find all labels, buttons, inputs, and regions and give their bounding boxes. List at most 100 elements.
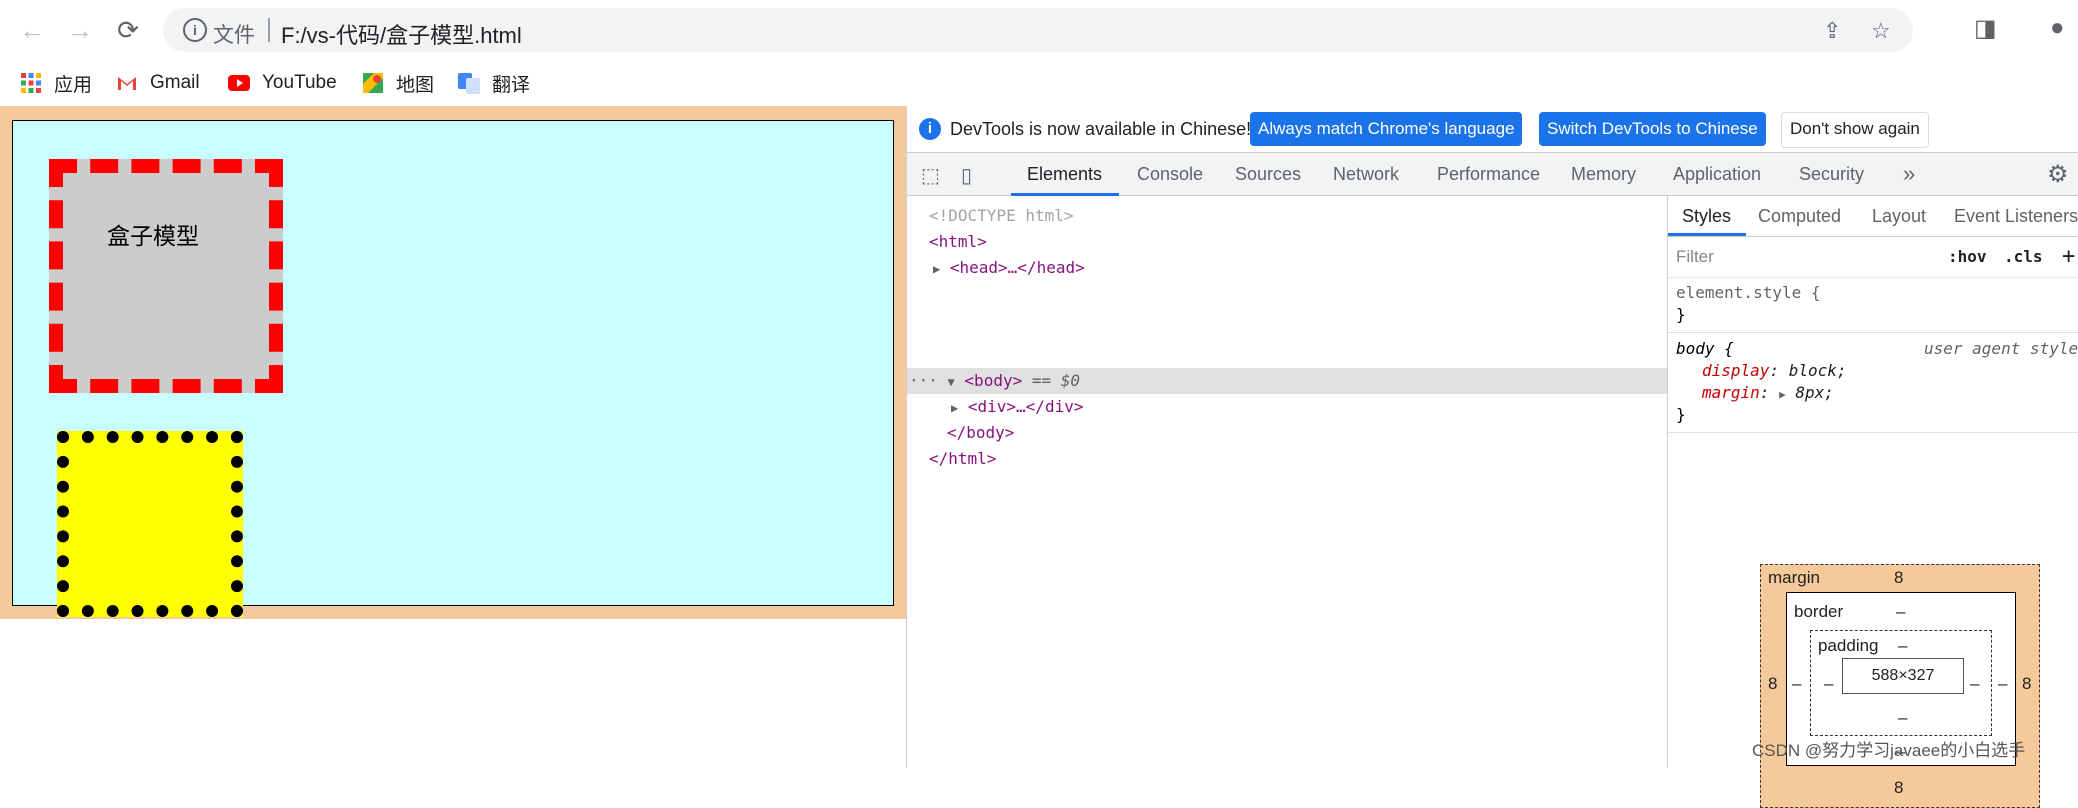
bookmark-label: 地图 [396,74,435,96]
doctype-node[interactable]: <!DOCTYPE html> [929,204,1074,228]
padding-left-value[interactable]: – [1824,674,1833,694]
tab-console[interactable]: Console [1137,153,1203,195]
styles-filter-row: Filter :hov .cls + [1668,237,2078,278]
divider [268,18,270,42]
back-button[interactable]: ← [14,12,50,48]
bookmark-gmail[interactable]: Gmail [116,68,200,98]
switch-to-chinese-button[interactable]: Switch DevTools to Chinese [1539,112,1766,146]
body-node[interactable]: ··· ▼ <body> == $0 [909,369,1080,393]
margin-bottom-value[interactable]: 8 [1894,778,1903,798]
tab-event-listeners[interactable]: Event Listeners [1954,196,2078,236]
property-value: block; [1788,361,1847,380]
more-tabs-icon[interactable]: » [1903,153,1915,195]
match-language-button[interactable]: Always match Chrome's language [1250,112,1523,146]
padding-bottom-value[interactable]: – [1898,708,1907,728]
bookmark-youtube[interactable]: YouTube [228,68,337,98]
info-icon: i [919,118,941,140]
tab-computed[interactable]: Computed [1758,196,1841,236]
margin-left-value[interactable]: 8 [1768,674,1777,694]
rule-close-brace: } [1676,405,1686,424]
address-bar[interactable]: i 文件 F:/vs-代码/盒子模型.html ⇪ ☆ [163,8,1913,52]
tab-styles[interactable]: Styles [1682,196,1731,236]
maps-icon [363,73,383,93]
expand-triangle-icon[interactable]: ▶ [951,401,958,415]
display-declaration[interactable]: display: block; [1702,360,1847,382]
tab-network[interactable]: Network [1333,153,1399,195]
expand-triangle-icon[interactable]: ▶ [933,262,940,276]
bookmark-apps[interactable]: 应用 [20,68,92,98]
apps-grid-icon [21,73,41,93]
bookmark-star-icon[interactable]: ☆ [1871,18,1891,44]
styles-tabbar: Styles Computed Layout Event Listeners [1668,196,2078,237]
dont-show-again-button[interactable]: Don't show again [1781,112,1929,148]
head-node[interactable]: ▶ <head>…</head> [933,256,1085,280]
devtools-tabbar: ⬚ ▯ Elements Console Sources Network Per… [907,153,2078,196]
bookmark-translate[interactable]: 翻译 [458,68,530,98]
url-text[interactable]: F:/vs-代码/盒子模型.html [281,18,522,50]
selected-marker: == $0 [1031,371,1081,390]
node-actions-icon[interactable]: ··· [909,371,938,390]
inspect-element-icon[interactable]: ⬚ [921,163,940,188]
translate-icon [458,73,480,94]
element-style-selector[interactable]: element.style { [1676,282,1821,304]
border-left-value[interactable]: – [1792,674,1801,694]
tab-security[interactable]: Security [1799,153,1864,195]
border-top-value[interactable]: – [1896,602,1905,622]
html-node[interactable]: <html> [929,230,987,254]
div-node[interactable]: ▶ <div>…</div> [951,395,1083,419]
info-icon[interactable]: i [183,18,207,42]
new-rule-button[interactable]: + [2062,243,2075,271]
box-model-content[interactable]: 588×327 [1842,658,1964,694]
property-name: margin [1702,383,1760,402]
margin-declaration[interactable]: margin: ▶ 8px; [1702,382,1834,404]
share-icon[interactable]: ⇪ [1823,18,1841,44]
tab-performance[interactable]: Performance [1437,153,1540,195]
border-right-value[interactable]: – [1998,674,2007,694]
bookmark-label: 翻译 [492,74,531,96]
div-tag: <div>…</div> [967,397,1084,416]
hover-state-button[interactable]: :hov [1948,243,1987,271]
bookmark-maps[interactable]: 地图 [362,68,434,98]
tab-elements[interactable]: Elements [1027,153,1102,195]
bookmark-label: YouTube [262,72,337,93]
settings-gear-icon[interactable]: ⚙ [2047,160,2069,189]
margin-right-value[interactable]: 8 [2022,674,2031,694]
side-panel-icon[interactable]: ◨ [1974,14,1997,43]
property-name: display [1702,361,1770,380]
divider [1668,432,2078,433]
body-close-node[interactable]: </body> [947,421,1014,445]
bookmarks-bar: 应用 Gmail YouTube 地图 翻译 [0,60,2078,106]
padding-top-value[interactable]: – [1898,636,1907,656]
tab-application[interactable]: Application [1673,153,1761,195]
csdn-watermark: CSDN @努力学习javaee的小白选手 [1752,741,2026,760]
tab-layout[interactable]: Layout [1872,196,1926,236]
body-margin-area: 盒子模型 [0,106,906,619]
reload-button[interactable]: ⟳ [110,12,146,48]
tab-memory[interactable]: Memory [1571,153,1636,195]
language-notice-bar: i DevTools is now available in Chinese! … [907,106,2078,153]
collapse-triangle-icon[interactable]: ▼ [948,375,955,389]
styles-filter-input[interactable]: Filter [1676,243,1932,271]
border-label: border [1794,602,1844,621]
youtube-icon [228,75,250,91]
security-label: 文件 [213,24,255,47]
devtools-panel: i DevTools is now available in Chinese! … [906,106,2078,808]
tab-sources[interactable]: Sources [1235,153,1301,195]
padding-label: padding [1818,636,1879,655]
device-toolbar-icon[interactable]: ▯ [961,163,972,188]
elements-tree: <!DOCTYPE html> <html> ▶ <head>…</head> … [907,196,1667,768]
bookmark-label: 应用 [54,74,93,96]
body-selector[interactable]: body { [1676,338,1734,360]
class-toggle-button[interactable]: .cls [2004,243,2043,271]
padding-right-value[interactable]: – [1970,674,1979,694]
margin-label: margin [1768,568,1820,587]
active-tab-indicator [1668,233,1746,236]
margin-top-value[interactable]: 8 [1894,568,1903,588]
body-tag: <body> [964,371,1023,390]
profile-avatar-icon[interactable]: ● [2050,14,2065,42]
expand-triangle-icon[interactable]: ▶ [1779,388,1786,401]
user-agent-label: user agent style [1924,339,2078,358]
container-div: 盒子模型 [12,120,894,617]
html-close-node[interactable]: </html> [929,447,996,471]
forward-button[interactable]: → [62,12,98,48]
